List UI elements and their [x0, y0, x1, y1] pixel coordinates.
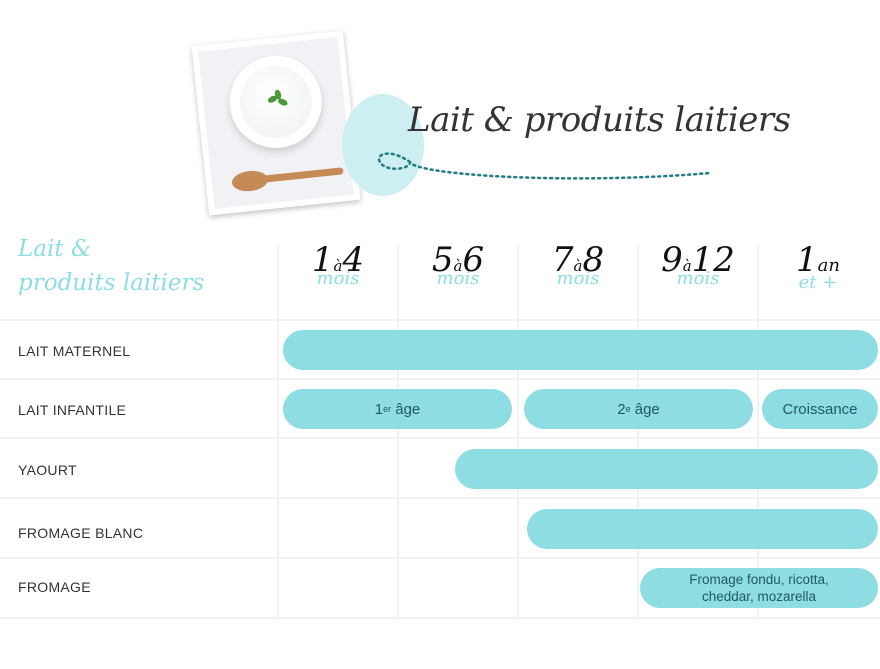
bar-text: Croissance [782, 400, 858, 418]
table-title: Lait & produits laitiers [18, 232, 204, 300]
bar-text: âge [630, 400, 660, 418]
bar-text: âge [391, 400, 421, 418]
yogurt-photo [191, 30, 361, 216]
grid-line [0, 617, 880, 619]
page-title: Lait & produits laitiers [408, 100, 791, 140]
bar-lait-maternel [283, 330, 878, 370]
bar-text: 2 [617, 400, 626, 418]
bar-1er-age: 1 er âge [283, 389, 512, 429]
bar-text: Fromage fondu, ricotta, [689, 572, 829, 587]
row-label-lait-maternel: LAIT MATERNEL [18, 343, 131, 359]
age-unit: mois [676, 268, 720, 289]
age-unit: et + [798, 272, 838, 293]
bar-fromage-blanc [527, 509, 878, 549]
bar-text-sup: er [383, 404, 392, 414]
age-unit: mois [556, 268, 600, 289]
bar-2e-age: 2e âge [524, 389, 753, 429]
table-title-line1: Lait & [18, 236, 92, 262]
age-unit: mois [436, 268, 480, 289]
column-header-1-year-plus: 1an et + [758, 240, 878, 320]
grid-line [0, 378, 880, 380]
row-label-yaourt: YAOURT [18, 462, 77, 478]
grid-line [0, 437, 880, 439]
row-label-lait-infantile: LAIT INFANTILE [18, 402, 127, 418]
bowl-image [225, 51, 327, 153]
bar-croissance: Croissance [762, 389, 878, 429]
spoon-image [230, 169, 269, 193]
bar-text: cheddar, mozarella [701, 589, 817, 604]
grid-line [0, 497, 880, 499]
row-label-fromage-blanc: FROMAGE BLANC [18, 525, 144, 541]
column-header-9-12-months: 9à12 mois [638, 240, 758, 320]
bar-yaourt [455, 449, 878, 489]
bar-text: 1 [374, 400, 384, 418]
column-header-7-8-months: 7à8 mois [518, 240, 638, 320]
column-header-5-6-months: 5à6 mois [398, 240, 518, 320]
row-label-fromage: FROMAGE [18, 579, 91, 595]
table-title-line2: produits laitiers [18, 270, 205, 296]
grid-line [0, 557, 880, 559]
age-unit: mois [316, 268, 360, 289]
column-header-1-4-months: 1à4 mois [278, 240, 398, 320]
dotted-swirl [377, 152, 712, 180]
bar-fromage: Fromage fondu, ricotta, cheddar, mozarel… [640, 568, 878, 608]
